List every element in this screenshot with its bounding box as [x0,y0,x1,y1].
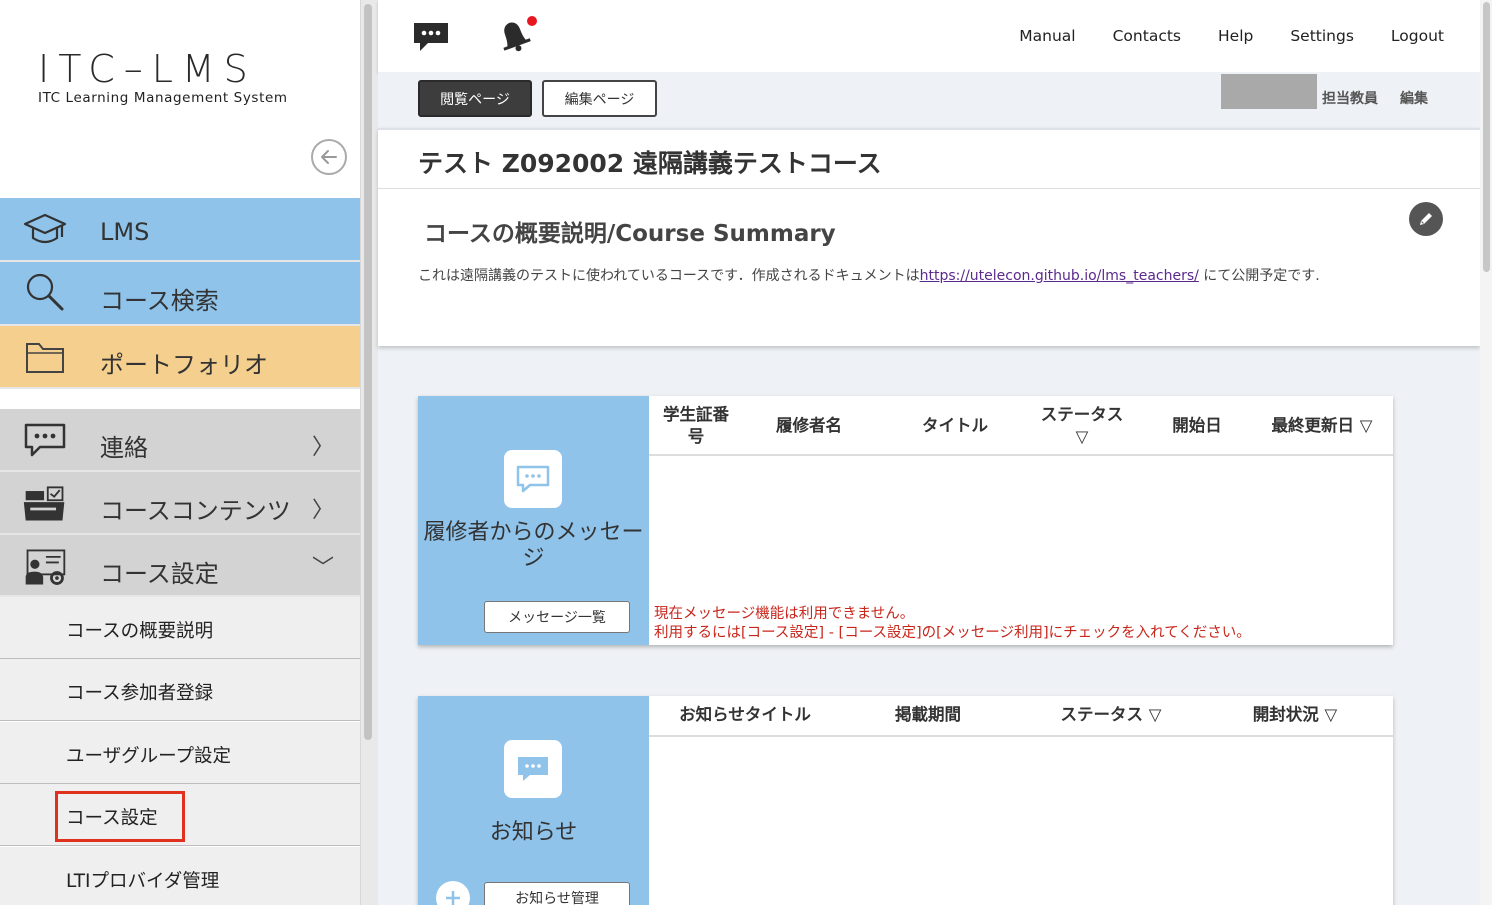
main-content: Manual Contacts Help Settings Logout 閲覧ペ… [378,0,1492,905]
sidebar-scrollbar[interactable] [360,0,378,905]
sidebar-item-course-search[interactable]: コース検索 [0,262,360,326]
chevron-down-icon: ﹀ [312,556,335,581]
highlight-annotation-box [55,791,185,842]
col-notice-title[interactable]: お知らせタイトル [670,704,820,726]
col-start-date[interactable]: 開始日 [1156,415,1238,437]
course-settings-icon [22,547,68,587]
view-page-button[interactable]: 閲覧ページ [418,80,532,117]
sidebar-item-lms[interactable]: LMS [0,198,360,262]
chat-bubble-icon[interactable] [412,21,450,57]
table-header-line [649,454,1393,456]
sidebar-subitem-label: コース参加者登録 [66,683,214,704]
col-status[interactable]: ステータス ▽ [1032,404,1132,448]
sidebar-item-course-contents[interactable]: コースコンテンツ 〉 [0,472,360,535]
sidebar-item-label: コース検索 [100,287,219,315]
sidebar-item-label: コースコンテンツ [100,497,291,525]
summary-text-after: にて公開予定です. [1198,268,1320,284]
edit-page-button[interactable]: 編集ページ [542,80,657,117]
notices-card: お知らせ お知らせ管理 お知らせタイトル 掲載期間 ステータス ▽ 開封状況 ▽ [418,696,1393,905]
mode-bar: 閲覧ページ 編集ページ 担当教員 編集 [378,72,1480,128]
contacts-link[interactable]: Contacts [1113,27,1181,45]
sidebar-subitem-label: LTIプロバイダ管理 [66,871,220,892]
student-messages-card: 履修者からのメッセージ メッセージ一覧 学生証番号 履修者名 タイトル ステータ… [418,396,1393,645]
top-nav-links: Manual Contacts Help Settings Logout [1019,27,1444,45]
card-sidebar: 履修者からのメッセージ メッセージ一覧 [418,396,649,645]
logo-main-text: ITC–LMS [38,47,257,91]
message-list-button[interactable]: メッセージ一覧 [484,601,630,633]
collapse-sidebar-button[interactable] [311,139,347,175]
settings-link[interactable]: Settings [1290,27,1354,45]
col-last-updated[interactable]: 最終更新日 ▽ [1260,415,1384,437]
bell-icon[interactable] [494,14,538,60]
col-title[interactable]: タイトル [908,415,1002,437]
top-bar: Manual Contacts Help Settings Logout [378,0,1480,72]
add-notice-button[interactable] [436,881,470,905]
table-header-line [649,735,1393,737]
sidebar-item-label: ポートフォリオ [100,351,268,379]
redacted-teacher-name [1221,74,1317,109]
sidebar-item-portfolio[interactable]: ポートフォリオ [0,326,360,389]
notice-management-button[interactable]: お知らせ管理 [484,882,630,905]
summary-link[interactable]: https://utelecon.github.io/lms_teachers/ [920,268,1199,284]
sidebar-subitem-label: ユーザグループ設定 [66,746,232,767]
logo-sub-text: ITC Learning Management System [38,90,288,106]
card-sidebar: お知らせ お知らせ管理 [418,696,649,905]
itc-lms-logo[interactable]: ITC–LMS ITC Learning Management System [38,47,328,106]
sidebar-subitem-label: コースの概要説明 [66,621,214,642]
teacher-label: 担当教員 [1322,91,1378,107]
sidebar-item-label: 連絡 [100,434,148,462]
col-open-status[interactable]: 開封状況 ▽ [1240,704,1350,726]
message-icon [504,450,562,508]
chat-icon [22,420,68,460]
card-title: 履修者からのメッセージ [423,520,644,571]
sidebar-item-contact[interactable]: 連絡 〉 [0,409,360,472]
main-scrollbar[interactable] [1480,0,1492,905]
chevron-right-icon: 〉 [312,435,335,460]
sidebar-item-course-settings[interactable]: コース設定 ﹀ [0,535,360,597]
manual-link[interactable]: Manual [1019,27,1075,45]
sidebar-item-label: コース設定 [100,560,219,588]
col-student-name[interactable]: 履修者名 [764,415,854,437]
sidebar-subitem-user-group-settings[interactable]: ユーザグループ設定 [0,722,360,784]
notification-dot [527,16,537,26]
warning-line-1: 現在メッセージ機能は利用できません。 [654,606,915,622]
sidebar: ITC–LMS ITC Learning Management System L… [0,0,360,905]
course-contents-icon [22,483,68,523]
graduation-cap-icon [22,210,68,250]
main-scrollbar-thumb[interactable] [1483,2,1490,272]
folder-icon [22,336,68,376]
col-publish-period[interactable]: 掲載期間 [888,704,968,726]
plus-icon [446,891,460,905]
divider [378,188,1480,189]
logout-link[interactable]: Logout [1391,27,1444,45]
edit-summary-button[interactable] [1409,202,1443,236]
summary-title: コースの概要説明/Course Summary [424,221,836,247]
summary-text-before: これは遠隔講義のテストに使われているコースです．作成されるドキュメントは [418,268,920,284]
warning-line-2: 利用するには[コース設定] - [コース設定]の[メッセージ利用]にチェックを入… [654,625,1251,641]
course-title: テスト Z092002 遠隔講義テストコース [418,149,882,178]
sidebar-subitem-lti-provider[interactable]: LTIプロバイダ管理 [0,847,360,905]
teacher-edit-link[interactable]: 編集 [1400,88,1428,108]
sidebar-subitem-course-summary[interactable]: コースの概要説明 [0,597,360,659]
chevron-right-icon: 〉 [312,498,335,523]
app-window: ITC–LMS ITC Learning Management System L… [0,0,1492,905]
arrow-left-icon [321,150,337,164]
sidebar-item-label: LMS [100,218,150,246]
sidebar-subitem-participant-registration[interactable]: コース参加者登録 [0,659,360,721]
col-notice-status[interactable]: ステータス ▽ [1048,704,1174,726]
summary-text: これは遠隔講義のテストに使われているコースです．作成されるドキュメントはhttp… [418,264,1388,288]
help-link[interactable]: Help [1218,27,1253,45]
col-student-id[interactable]: 学生証番号 [658,404,734,448]
notice-icon [504,740,562,798]
search-icon [22,272,68,312]
course-summary-panel: テスト Z092002 遠隔講義テストコース コースの概要説明/Course S… [378,128,1480,346]
card-title: お知らせ [489,820,578,845]
sidebar-scrollbar-thumb[interactable] [364,4,372,740]
pencil-icon [1420,213,1432,225]
